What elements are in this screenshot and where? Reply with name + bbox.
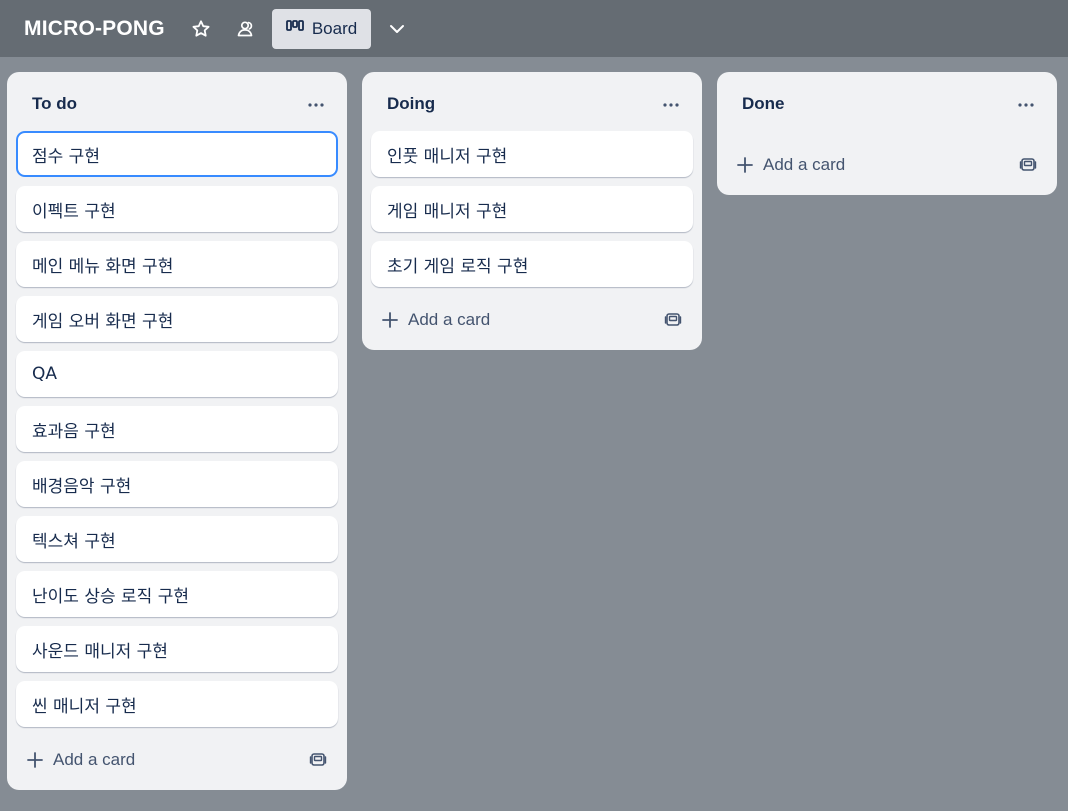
board-header: MICRO-PONG Board — [0, 0, 1068, 57]
board-view-label: Board — [311, 18, 358, 38]
card-template-icon[interactable] — [309, 751, 327, 769]
list-menu-button[interactable] — [660, 92, 682, 112]
card[interactable]: 난이도 상승 로직 구현 — [16, 571, 338, 617]
board-view-button[interactable]: Board — [271, 8, 372, 49]
add-card-label: Add a card — [53, 750, 136, 769]
list-doing: Doing 인풋 매니저 구현 게임 매니저 구현 초기 게임 로직 구현 Ad… — [362, 72, 702, 350]
card[interactable]: 배경음악 구현 — [16, 461, 338, 507]
card[interactable]: 게임 매니저 구현 — [371, 186, 693, 232]
card-template-icon[interactable] — [1019, 156, 1037, 174]
list-title[interactable]: Doing — [387, 94, 435, 114]
more-horizontal-icon — [662, 93, 680, 112]
view-switcher-button[interactable] — [379, 11, 415, 47]
add-card-button[interactable]: Add a card — [372, 300, 692, 340]
board-title[interactable]: MICRO-PONG — [24, 17, 165, 41]
card[interactable]: 이펙트 구현 — [16, 186, 338, 232]
team-visibility-icon — [236, 19, 256, 39]
list-header: Doing — [362, 72, 702, 132]
add-card-button[interactable]: Add a card — [727, 145, 1047, 185]
list-menu-button[interactable] — [1015, 92, 1037, 112]
star-icon — [191, 19, 211, 39]
card[interactable]: 점수 구현 — [16, 131, 338, 177]
list-header: To do — [7, 72, 347, 132]
card[interactable]: 메인 메뉴 화면 구현 — [16, 241, 338, 287]
list-title[interactable]: To do — [32, 94, 77, 114]
plus-icon — [27, 752, 43, 768]
board-view-icon — [285, 19, 312, 39]
card[interactable]: QA — [16, 351, 338, 397]
card[interactable]: 효과음 구현 — [16, 406, 338, 452]
add-card-label: Add a card — [763, 155, 846, 174]
card[interactable]: 사운드 매니저 구현 — [16, 626, 338, 672]
list-done: Done Add a card — [717, 72, 1057, 195]
chevron-down-icon — [387, 19, 407, 39]
more-horizontal-icon — [307, 93, 325, 112]
card[interactable]: 초기 게임 로직 구현 — [371, 241, 693, 287]
add-card-label: Add a card — [408, 310, 491, 329]
list-menu-button[interactable] — [305, 92, 327, 112]
list-to-do: To do 점수 구현 이펙트 구현 메인 메뉴 화면 구현 게임 오버 화면 … — [7, 72, 347, 790]
plus-icon — [737, 157, 753, 173]
card-template-icon[interactable] — [664, 311, 682, 329]
visibility-button[interactable] — [228, 11, 264, 47]
card[interactable]: 텍스쳐 구현 — [16, 516, 338, 562]
plus-icon — [382, 312, 398, 328]
card[interactable]: 게임 오버 화면 구현 — [16, 296, 338, 342]
star-button[interactable] — [183, 11, 219, 47]
more-horizontal-icon — [1017, 93, 1035, 112]
list-title[interactable]: Done — [742, 94, 785, 114]
card[interactable]: 인풋 매니저 구현 — [371, 131, 693, 177]
list-header: Done — [717, 72, 1057, 132]
add-card-button[interactable]: Add a card — [17, 740, 337, 780]
card[interactable]: 씬 매니저 구현 — [16, 681, 338, 727]
